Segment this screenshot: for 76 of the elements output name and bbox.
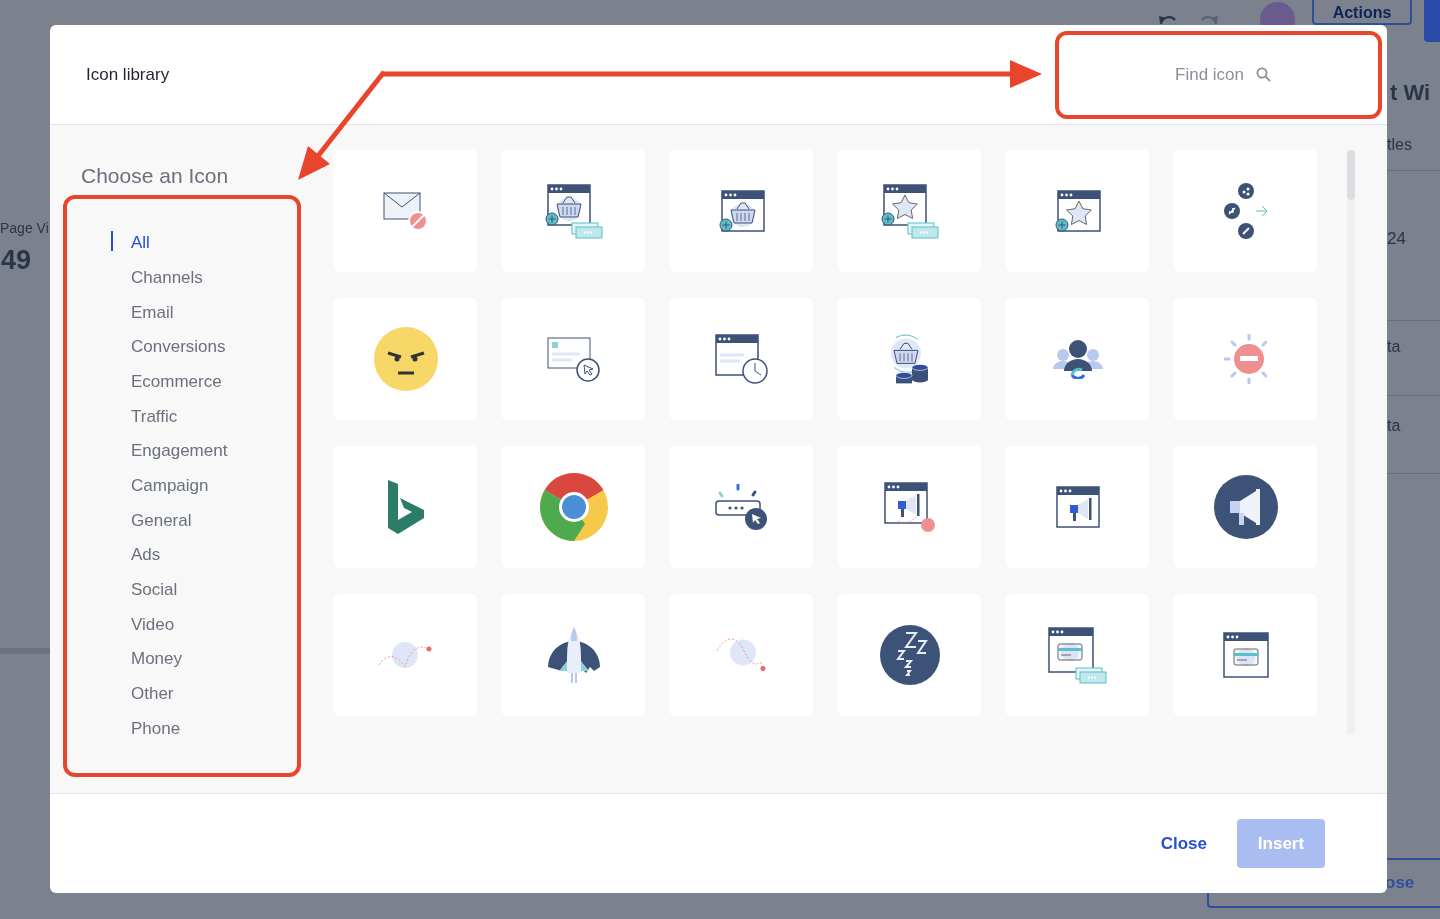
letter-b-logo-icon	[386, 479, 425, 535]
section-title: t Wi	[1390, 79, 1431, 107]
icon-tile[interactable]	[838, 150, 981, 272]
category-item[interactable]: Other	[111, 677, 174, 712]
icon-tile[interactable]	[1006, 150, 1149, 272]
megaphone-window-icon	[883, 481, 936, 533]
category-item[interactable]: Channels	[111, 260, 203, 296]
category-item[interactable]: All	[111, 226, 150, 261]
metric-value: 49	[1, 244, 32, 277]
browser-logo-icon	[538, 472, 609, 542]
row-text: 24	[1387, 228, 1406, 250]
star-window-icon	[1054, 190, 1101, 232]
card-window-icon	[1222, 632, 1269, 678]
category-item[interactable]: Campaign	[111, 469, 209, 504]
close-button[interactable]: Close	[1160, 822, 1207, 865]
icon-tile[interactable]	[334, 446, 477, 568]
icon-tile[interactable]	[670, 150, 813, 272]
category-item[interactable]: Money	[111, 642, 183, 678]
megaphone-icon	[1212, 474, 1279, 540]
rocket-icon	[546, 626, 601, 684]
icon-tile[interactable]	[502, 594, 645, 716]
basket-coins-icon	[890, 333, 929, 385]
icon-tile[interactable]	[1174, 446, 1317, 568]
share-nodes-icon	[1223, 182, 1268, 240]
icon-tile[interactable]	[502, 298, 645, 420]
card-window-icon	[1048, 626, 1107, 684]
search-field[interactable]: Find icon	[1076, 60, 1246, 89]
row-text: ta	[1387, 416, 1401, 436]
scrollbar[interactable]	[1347, 150, 1355, 735]
icon-tile[interactable]	[1174, 150, 1317, 272]
icon-tile[interactable]	[1006, 298, 1149, 420]
icon-tile[interactable]	[334, 594, 477, 716]
icon-tile[interactable]	[670, 298, 813, 420]
icon-tile[interactable]	[670, 446, 813, 568]
category-item[interactable]: Phone	[111, 711, 181, 747]
angry-face-icon	[372, 326, 439, 392]
sleep-icon	[878, 624, 941, 686]
icon-tile[interactable]	[670, 594, 813, 716]
metric-label: Page Vi	[0, 219, 49, 238]
window-click-icon	[547, 336, 600, 382]
category-item[interactable]: Engagement	[111, 434, 228, 469]
envelope-blocked-icon	[383, 191, 428, 231]
team-sync-icon	[1051, 338, 1104, 380]
category-item[interactable]: Social	[111, 573, 178, 608]
category-item[interactable]: Traffic	[111, 399, 178, 435]
icon-tile[interactable]	[334, 150, 477, 272]
dialog-title: Icon library	[86, 63, 170, 86]
search-icon	[1256, 67, 1271, 82]
star-window-icon	[880, 183, 939, 239]
icon-tile[interactable]	[1006, 446, 1149, 568]
category-item[interactable]: General	[111, 503, 192, 539]
category-item[interactable]: Conversions	[111, 330, 226, 365]
basket-window-icon	[544, 183, 603, 239]
icon-tile[interactable]	[502, 446, 645, 568]
category-item[interactable]: Video	[111, 607, 175, 643]
category-item[interactable]: Email	[111, 295, 174, 331]
icon-tile[interactable]	[838, 446, 981, 568]
icon-tile[interactable]	[1006, 594, 1149, 716]
icon-tile[interactable]	[1174, 298, 1317, 420]
row-text: ta	[1387, 337, 1401, 357]
icon-tile[interactable]	[502, 150, 645, 272]
minus-alert-icon	[1224, 334, 1267, 384]
bounce-path-icon	[716, 638, 767, 672]
sidebar-heading: Choose an Icon	[81, 163, 230, 189]
row-text: tles	[1387, 135, 1412, 155]
megaphone-window-icon	[1055, 486, 1100, 528]
basket-window-icon	[718, 190, 765, 232]
icon-tile[interactable]	[1174, 594, 1317, 716]
window-clock-icon	[715, 334, 768, 384]
icon-tile[interactable]	[838, 594, 981, 716]
category-item[interactable]: Ads	[111, 538, 161, 574]
icon-tile[interactable]	[838, 298, 981, 420]
category-item[interactable]: Ecommerce	[111, 364, 222, 400]
password-click-icon	[715, 483, 768, 531]
bounce-path-icon	[378, 641, 433, 669]
icon-tile[interactable]	[334, 298, 477, 420]
